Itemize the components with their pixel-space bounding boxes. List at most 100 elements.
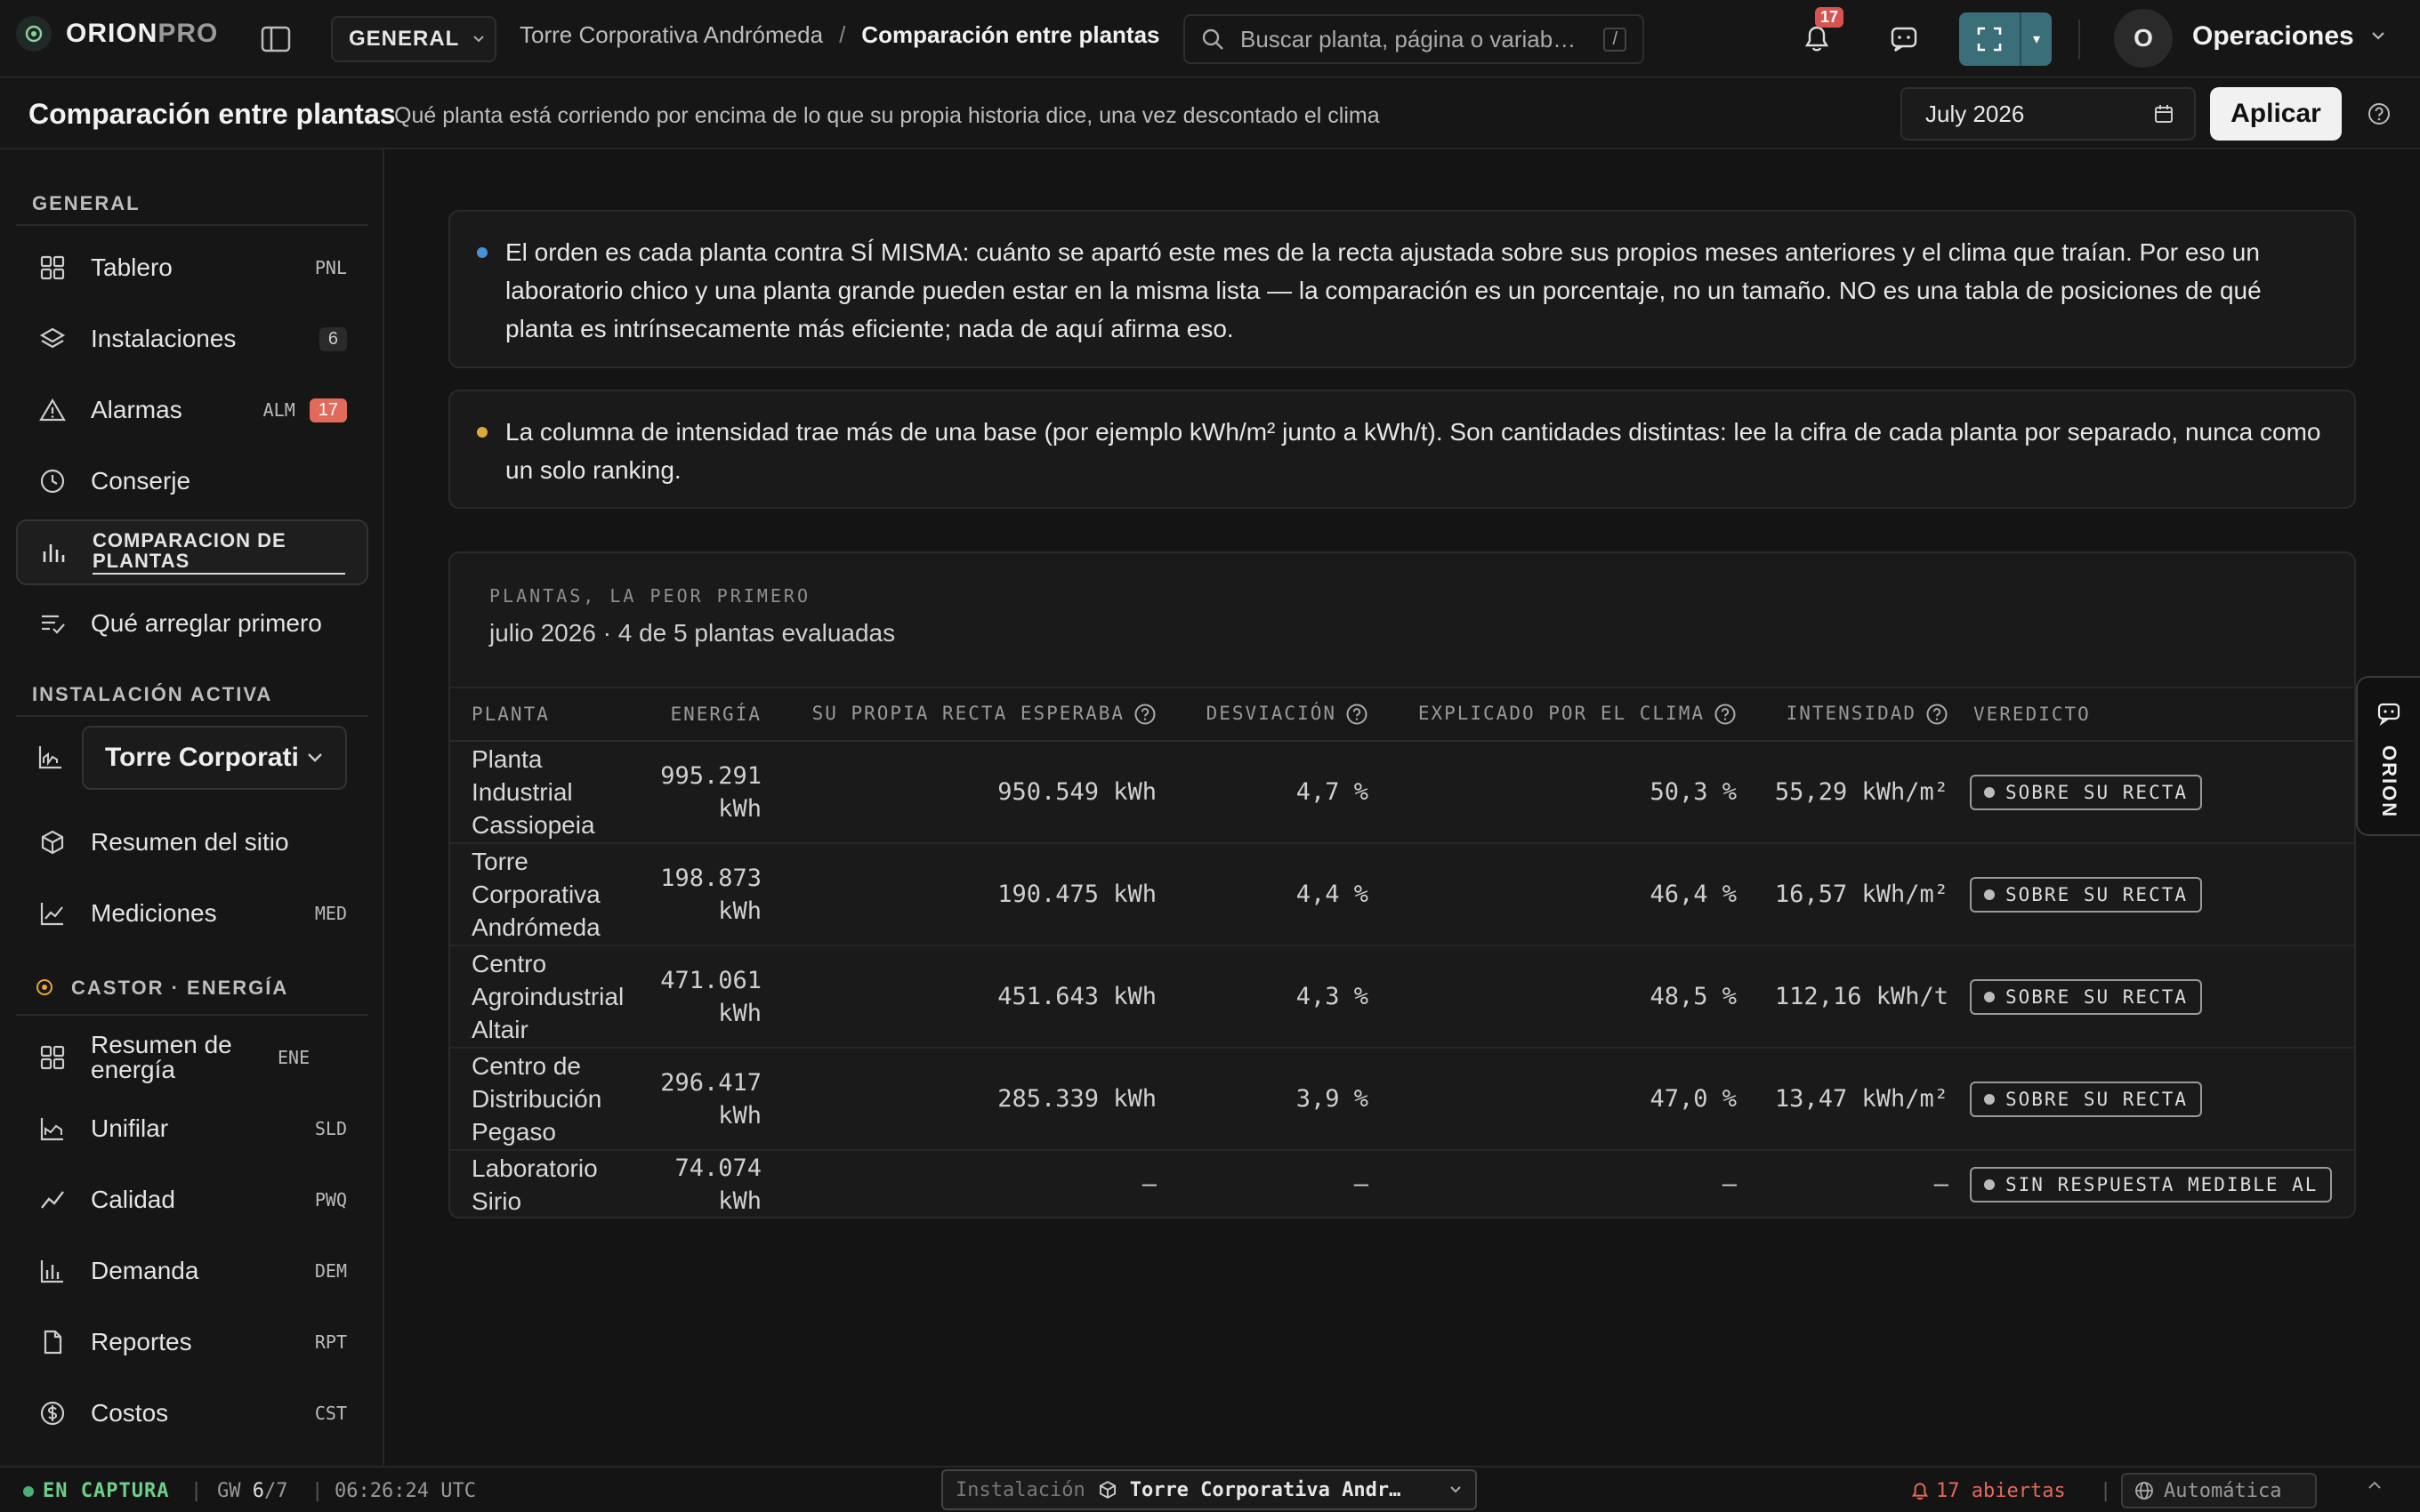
mode-label: Automática	[2164, 1479, 2282, 1502]
workspace-select[interactable]: GENERAL	[331, 16, 496, 62]
cell-intensity: 16,57 kWh/m²	[1758, 843, 1970, 946]
verdict-badge: SOBRE SU RECTA	[1970, 774, 2203, 810]
verdict-label: SIN RESPUESTA MEDIBLE AL	[2005, 1173, 2319, 1195]
table-row[interactable]: Centro Agroindustrial Altair 471.061 kWh…	[450, 945, 2354, 1049]
sidebar-item-alarmas[interactable]: Alarmas ALM 17	[16, 379, 368, 441]
notice-self-comparison: El orden es cada planta contra SÍ MISMA:…	[448, 210, 2356, 368]
column-header-plant[interactable]: PLANTA	[450, 687, 621, 742]
brand[interactable]: ORIONPRO	[16, 16, 218, 52]
table-row[interactable]: Torre Corporativa Andrómeda 198.873 kWh …	[450, 843, 2354, 946]
sidebar-item-calidad[interactable]: Calidad PWQ	[16, 1169, 368, 1231]
chevron-up-icon[interactable]	[2367, 1480, 2383, 1491]
verdict-dot	[1984, 889, 1995, 900]
breadcrumb-parent[interactable]: Torre Corporativa Andrómeda	[520, 21, 823, 49]
help-icon[interactable]	[2367, 101, 2392, 126]
sidebar-item-code: ALM	[262, 399, 295, 421]
cell-energy: 471.061 kWh	[621, 945, 783, 1049]
apply-button[interactable]: Aplicar	[2210, 87, 2342, 141]
sidebar-item-unifilar[interactable]: Unifilar SLD	[16, 1098, 368, 1160]
column-header-verdict[interactable]: VEREDICTO	[1970, 687, 2354, 742]
sidebar-divider	[16, 1014, 368, 1016]
column-header-climate[interactable]: EXPLICADO POR EL CLIMA	[1390, 687, 1758, 742]
open-alarms-label: 17 abiertas	[1936, 1480, 2066, 1502]
sidebar-item-demanda[interactable]: Demanda DEM	[16, 1240, 368, 1302]
help-icon[interactable]	[1925, 703, 1948, 726]
status-facility-label: Instalación	[956, 1478, 1085, 1501]
fullscreen-button[interactable]: ▾	[1959, 12, 2052, 66]
verdict-badge: SOBRE SU RECTA	[1970, 876, 2203, 913]
trend-line-icon	[37, 1185, 68, 1215]
status-separator: |	[2100, 1480, 2112, 1502]
sidebar-item-tablero[interactable]: Tablero PNL	[16, 237, 368, 299]
page-title: Comparación entre plantas	[28, 98, 396, 130]
assistant-tab[interactable]: ORION	[2356, 676, 2420, 836]
sidebar-item-que-arreglar[interactable]: Qué arreglar primero	[16, 592, 368, 655]
plants-table: PLANTA ENERGÍA SU PROPIA RECTA ESPERABA …	[450, 687, 2354, 1217]
sidebar-item-costos[interactable]: Costos CST	[16, 1382, 368, 1444]
cell-energy: 198.873 kWh	[621, 843, 783, 946]
sidebar-item-conserje[interactable]: Conserje	[16, 450, 368, 512]
sidebar-item-resumen-sitio[interactable]: Resumen del sitio	[16, 811, 368, 873]
notice-intensity-bases: La columna de intensidad trae más de una…	[448, 390, 2356, 509]
verdict-dot	[1984, 1093, 1995, 1105]
fullscreen-menu-chevron-icon[interactable]: ▾	[2021, 12, 2052, 66]
sidebar-divider	[16, 224, 368, 226]
gateway-status: GW 6/7	[217, 1480, 288, 1502]
table-row[interactable]: Planta Industrial Cassiopeia 995.291 kWh…	[450, 741, 2354, 844]
sidebar-item-comparacion-plantas[interactable]: COMPARACION DE PLANTAS	[16, 519, 368, 585]
sidebar-item-instalaciones[interactable]: Instalaciones 6	[16, 308, 368, 370]
sidebar-item-code: DEM	[314, 1260, 347, 1282]
month-picker[interactable]: July 2026	[1900, 87, 2196, 141]
verdict-label: SOBRE SU RECTA	[2005, 985, 2189, 1008]
cell-expected: 451.643 kWh	[783, 945, 1178, 1049]
mode-selector[interactable]: Automática	[2121, 1473, 2317, 1508]
single-line-diagram-icon	[37, 1114, 68, 1144]
warning-triangle-icon	[37, 395, 68, 425]
column-header-intensity[interactable]: INTENSIDAD	[1758, 687, 1970, 742]
open-alarms-status[interactable]: 17 abiertas	[1911, 1480, 2066, 1502]
status-facility-select[interactable]: Instalación Torre Corporativa Andr…	[941, 1469, 1477, 1510]
verdict-badge: SOBRE SU RECTA	[1970, 1081, 2203, 1117]
table-row[interactable]: Centro de Distribución Pegaso 296.417 kW…	[450, 1048, 2354, 1151]
sidebar-item-resumen-energia[interactable]: Resumen de energía ENE	[16, 1026, 368, 1089]
search-input[interactable]	[1240, 25, 1588, 53]
column-header-energy[interactable]: ENERGÍA	[621, 687, 783, 742]
top-bar: ORIONPRO GENERAL Torre Corporativa Andró…	[0, 0, 2420, 78]
calendar-icon[interactable]	[2153, 103, 2174, 125]
sidebar-item-label: Reportes	[91, 1328, 192, 1355]
sidebar-item-label: Conserje	[91, 467, 191, 495]
sidebar-item-code: PWQ	[314, 1189, 347, 1210]
help-icon[interactable]	[1133, 703, 1157, 726]
sidebar-item-mediciones[interactable]: Mediciones MED	[16, 882, 368, 945]
cell-deviation: 3,9 %	[1178, 1048, 1390, 1151]
help-icon[interactable]	[1345, 703, 1368, 726]
search-box[interactable]: /	[1183, 14, 1644, 64]
avatar[interactable]: O	[2114, 9, 2173, 68]
sidebar-toggle-icon[interactable]	[258, 21, 294, 57]
table-header-row: PLANTA ENERGÍA SU PROPIA RECTA ESPERABA …	[450, 687, 2354, 742]
chat-icon	[2376, 701, 2401, 726]
search-shortcut-key: /	[1603, 27, 1626, 52]
column-header-deviation[interactable]: DESVIACIÓN	[1178, 687, 1390, 742]
user-menu-chevron-icon[interactable]	[2370, 30, 2386, 41]
clock-icon	[37, 466, 68, 496]
list-check-icon	[37, 608, 68, 639]
fullscreen-icon[interactable]	[1959, 12, 2021, 66]
layers-icon	[37, 324, 68, 354]
chat-icon[interactable]	[1884, 20, 1924, 59]
table-row[interactable]: Laboratorio Sirio 74.074 kWh — — — — SIN…	[450, 1150, 2354, 1217]
sidebar-section-energy: CASTOR · ENERGÍA	[71, 977, 289, 999]
coin-icon	[37, 1398, 68, 1428]
column-header-expected[interactable]: SU PROPIA RECTA ESPERABA	[783, 687, 1178, 742]
sidebar-item-reportes[interactable]: Reportes RPT	[16, 1311, 368, 1373]
help-icon[interactable]	[1714, 703, 1737, 726]
cell-plant: Laboratorio Sirio	[472, 1154, 598, 1215]
capture-status-dot	[23, 1485, 34, 1497]
chevron-down-icon	[472, 34, 486, 44]
breadcrumb: Torre Corporativa Andrómeda / Comparació…	[520, 21, 1160, 49]
sidebar-item-label: Qué arreglar primero	[91, 609, 322, 637]
cell-verdict: SOBRE SU RECTA	[1970, 1048, 2354, 1151]
facility-chart-icon	[37, 744, 64, 770]
active-facility-select[interactable]: Torre Corporativa Andrómeda	[82, 726, 347, 790]
user-name[interactable]: Operaciones	[2192, 21, 2354, 52]
